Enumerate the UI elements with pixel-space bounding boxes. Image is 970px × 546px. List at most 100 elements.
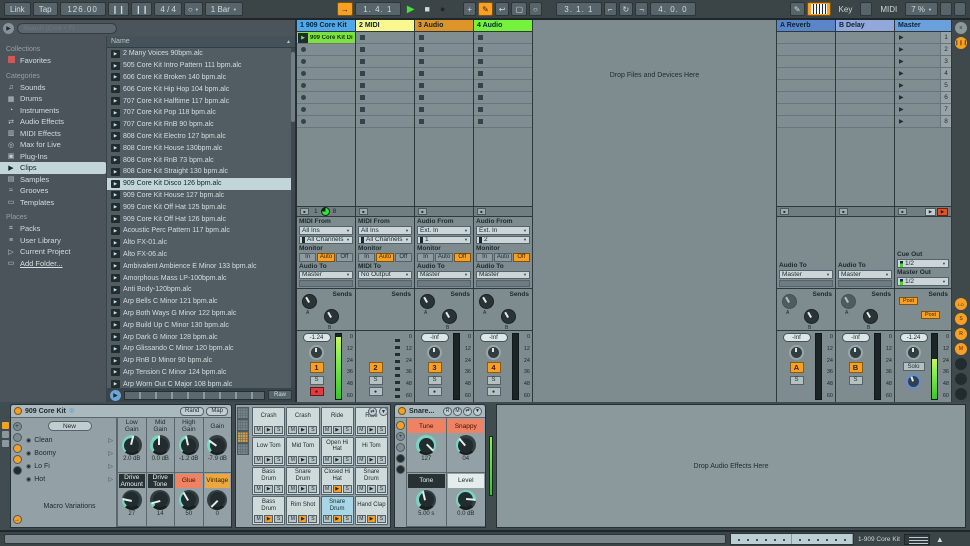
monitor-off-button[interactable]: Off [336,253,353,261]
solo-button[interactable]: S [790,376,804,385]
file-list-item[interactable]: ▶Anti Body-120bpm.alc [107,284,295,296]
scene-launch-button[interactable]: ▶ [899,82,904,89]
show-crossfader-toggle[interactable] [955,373,967,385]
session-overview-icon[interactable] [904,534,930,545]
automation-arm-button[interactable]: ✎ [478,2,493,16]
drum-pad[interactable]: Rim ShotM▶S [286,496,319,525]
output-chooser[interactable]: Master▼ [476,271,530,280]
hot-swap-icon[interactable]: ⇄ [368,407,377,416]
snare-title-bar[interactable]: Snare... R M ⇄ ▼ [395,405,485,418]
scene-launch-button[interactable]: ▶ [899,106,904,113]
clip-slot[interactable] [297,80,355,92]
drum-pad[interactable]: Snare DrumM▶S [321,496,354,525]
file-list-item[interactable]: ▶Amorphous Mass LP-100bpm.alc [107,272,295,284]
macro-knob[interactable] [122,435,142,455]
macro-knob[interactable] [207,490,227,510]
monitor-auto-button[interactable]: Auto [376,253,393,261]
show-hide-detail-toggle[interactable]: ▲ [936,535,944,544]
session-drop-area[interactable]: Drop Files and Devices Here [533,20,777,402]
pad-mute-button[interactable]: M [288,515,297,523]
file-list-item[interactable]: ▶808 Core Kit House 130bpm.alc [107,142,295,154]
clip-stop-button[interactable]: ■ [839,208,848,215]
drum-pad[interactable]: Snare DrumM▶S [286,467,319,496]
nudge-down-button[interactable]: ❙❙ [108,2,129,16]
arrangement-position-field[interactable]: 1. 4. 1 [355,2,401,16]
output-chooser[interactable]: No Output▼ [358,271,412,280]
clip-slot[interactable] [356,56,414,68]
scene-slot[interactable]: ▶8 [895,116,951,128]
input-channel-chooser[interactable]: 2▼ [476,236,530,245]
variation-row[interactable]: ◉Clean▷ [26,434,113,447]
macro-knob[interactable] [150,490,170,510]
solo-button[interactable]: S [849,376,863,385]
macro-value[interactable]: 5.00 s [418,511,434,517]
pad-mute-button[interactable]: M [357,485,366,493]
file-list-item[interactable]: ▶606 Core Kit Broken 140 bpm.alc [107,72,295,84]
clip-slot[interactable] [415,104,473,116]
pad-play-button[interactable]: ▶ [333,426,342,434]
macro-value[interactable]: 14 [157,511,164,517]
track-activator-button[interactable]: 4 [487,362,501,373]
clip-slot[interactable] [356,104,414,116]
clip-slot[interactable] [474,32,532,44]
drum-pad[interactable]: Mid TomM▶S [286,437,319,466]
devices-toggle[interactable] [13,466,22,475]
pad-play-button[interactable]: ▶ [333,485,342,493]
volume-display[interactable]: -Inf [480,333,508,342]
send-b-pre-post-toggle[interactable]: Post [921,311,940,319]
clip-view-tab[interactable] [2,422,9,429]
save-preset-icon[interactable]: ▼ [379,407,388,416]
pad-solo-button[interactable]: S [274,515,283,523]
clip-slot[interactable] [297,56,355,68]
sidebar-item-packs[interactable]: ⌗Packs [6,223,106,235]
clip-slot[interactable] [415,44,473,56]
pad-mute-button[interactable]: M [254,426,263,434]
file-list-item[interactable]: ▶Arp Both Ways G Minor 122 bpm.alc [107,308,295,320]
pad-play-button[interactable]: ▶ [264,485,273,493]
clip-slot[interactable] [415,116,473,128]
file-list-item[interactable]: ▶Arp Glissando C Minor 120 bpm.alc [107,343,295,355]
save-preset-icon[interactable]: ▼ [473,407,482,416]
quantization-chooser[interactable]: 1 Bar▼ [205,2,243,16]
clip-slot[interactable] [356,68,414,80]
clip-stop-button[interactable]: ■ [359,208,368,215]
pan-knob[interactable] [486,345,501,360]
send-a-knob[interactable] [302,294,317,309]
pad-mute-button[interactable]: M [323,426,332,434]
macro-value[interactable]: -1.2 dB [179,456,198,462]
tempo-field[interactable]: 126.00 [60,2,106,16]
send-b-knob[interactable] [442,309,457,324]
track-activator-button[interactable]: B [849,362,863,373]
arrangement-view-toggle[interactable]: ❙❙❙ [955,37,967,49]
input-type-chooser[interactable]: All Ins▼ [299,226,353,235]
monitor-off-button[interactable]: Off [454,253,471,261]
track-activator-button[interactable]: A [790,362,804,373]
clip-stop-button[interactable]: ■ [300,208,309,215]
pan-knob[interactable] [789,345,804,360]
send-a-knob[interactable] [841,294,856,309]
file-list-item[interactable]: ▶Alto FX-01.alc [107,237,295,249]
groove-amount-chooser[interactable]: ○▼ [184,2,203,16]
key-map-button[interactable]: Key [833,2,859,16]
overdub-button[interactable]: + [463,2,476,16]
time-signature-field[interactable]: 4 / 4 [154,2,182,16]
master-solo-button[interactable]: Solo [903,362,925,371]
send-b-knob[interactable] [324,309,339,324]
pad-bank-2[interactable] [238,420,248,430]
sidebar-item-favorites[interactable]: Favorites [6,55,106,67]
variation-launch-button[interactable]: ▷ [108,476,113,483]
master-track-header[interactable]: Master [895,20,951,32]
macro-knob[interactable] [150,435,170,455]
show-track-delay-toggle[interactable] [955,358,967,370]
macro-toggle[interactable] [396,421,405,430]
clip-overview-toggle[interactable]: ≡ [955,22,967,34]
back-to-arrangement-button[interactable]: ▶ [937,208,948,216]
randomize-icon[interactable]: R [443,407,452,416]
pan-knob[interactable] [848,345,863,360]
io-view-tab[interactable] [2,440,9,447]
pad-solo-button[interactable]: S [308,485,317,493]
macro-value[interactable]: 127 [421,456,431,462]
device-power-button[interactable] [398,407,406,415]
clip-slot[interactable] [474,116,532,128]
file-list-item[interactable]: ▶707 Core Kit RnB 90 bpm.alc [107,119,295,131]
